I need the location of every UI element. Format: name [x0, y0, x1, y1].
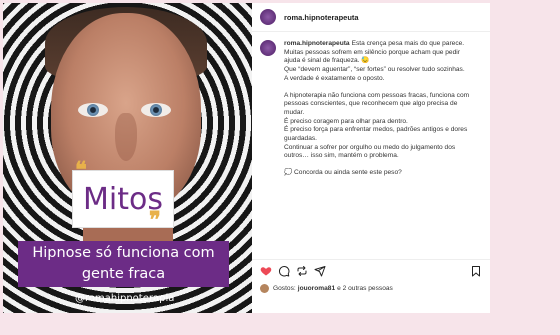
post-header: roma.hipnoterapeuta — [252, 3, 490, 32]
claim-line-2: gente fraca — [81, 266, 166, 282]
likes-suffix[interactable]: e 2 outras pessoas — [337, 285, 393, 292]
caption-line: A hipnoterapia não funciona com pessoas … — [284, 91, 470, 99]
avatar[interactable] — [260, 9, 276, 25]
right-eye — [141, 103, 171, 117]
instagram-post: Mitos ❝ ❞ Hipnose só funciona com gente … — [3, 3, 490, 313]
caption-line: É preciso força para enfrentar medos, pa… — [284, 126, 468, 134]
caption-line: Esta crença pesa mais do que parece. — [351, 40, 465, 47]
image-handle: @romahipnoterapia — [75, 293, 175, 304]
quote-open-icon: ❝ — [75, 157, 87, 183]
header-username[interactable]: roma.hipnoterapeuta — [284, 13, 359, 22]
share-icon[interactable] — [314, 265, 326, 277]
quote-close-icon: ❞ — [149, 207, 161, 233]
myth-claim-banner: Hipnose só funciona com gente fraca — [18, 241, 229, 287]
likes-summary[interactable]: Gostos: jouoroma81 e 2 outras pessoas — [260, 284, 393, 293]
comment-icon[interactable] — [278, 265, 290, 277]
caption-line: Continuar a sofrer por orgulho ou medo d… — [284, 143, 456, 151]
nose — [115, 113, 137, 161]
liker-avatar — [260, 284, 269, 293]
caption-text: roma.hipnoterapeuta Esta crença pesa mais… — [284, 40, 469, 178]
caption-line: mudar. — [284, 108, 305, 116]
repost-icon[interactable] — [296, 265, 308, 277]
left-eye — [78, 103, 108, 117]
likes-prefix: Gostos: — [273, 285, 296, 292]
caption-line: guardadas. — [284, 135, 317, 143]
caption-line: pessoas conscientes, que reconhecem que … — [284, 100, 458, 108]
heart-icon[interactable] — [260, 265, 272, 277]
caption-username[interactable]: roma.hipnoterapeuta — [284, 40, 350, 47]
save-icon[interactable] — [470, 265, 482, 277]
caption-line: ajuda é sinal de fraqueza. 😓 — [284, 57, 370, 65]
caption-avatar[interactable] — [260, 40, 276, 56]
post-caption: roma.hipnoterapeuta Esta crença pesa mais… — [252, 32, 490, 178]
caption-line: Que “devem aguentar”, “ser fortes” ou re… — [284, 66, 465, 74]
caption-line: outros… isso sim, mantém o problema. — [284, 152, 399, 160]
caption-line: 💭 Concorda ou ainda sente este peso? — [284, 169, 402, 177]
action-bar — [252, 259, 490, 280]
claim-line-1: Hipnose só funciona com — [32, 245, 215, 261]
caption-line: A verdade é exatamente o oposto. — [284, 74, 385, 82]
post-image[interactable]: Mitos ❝ ❞ Hipnose só funciona com gente … — [3, 3, 252, 313]
post-side-panel: roma.hipnoterapeuta roma.hipnoterapeuta E… — [252, 3, 490, 313]
likes-user[interactable]: jouoroma81 — [298, 285, 335, 292]
